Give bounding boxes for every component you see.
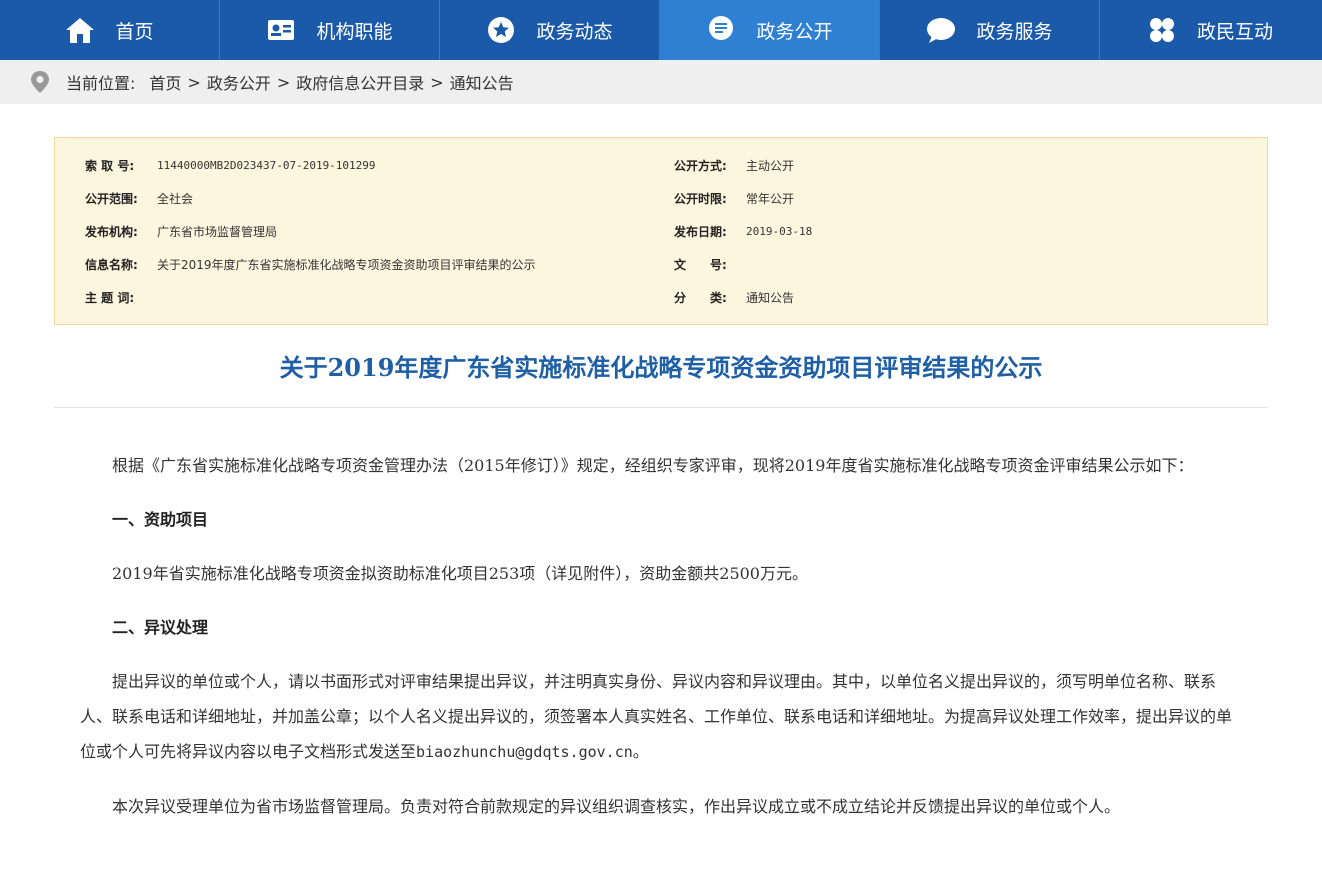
meta-date: 发布日期: 2019-03-18: [674, 225, 813, 239]
section-text-funding: 2019年省实施标准化战略专项资金拟资助标准化项目253项（详见附件），资助金额…: [112, 564, 808, 583]
id-card-icon: [266, 15, 296, 45]
meta-category: 分 类: 通知公告: [674, 291, 795, 305]
breadcrumb-prefix: 当前位置:: [66, 74, 136, 93]
section-title-objection: 二、异议处理: [112, 618, 209, 637]
breadcrumb-link-home[interactable]: 首页: [149, 70, 181, 94]
nav-item-label: 政务公开: [756, 20, 833, 43]
nav-item-label: 政民互动: [1196, 20, 1273, 43]
nav-item-label: 首页: [115, 20, 154, 43]
article-intro: 根据《广东省实施标准化战略专项资金管理办法（2015年修订）》规定，经组织专家评…: [112, 456, 1194, 475]
meta-method: 公开方式: 主动公开: [674, 159, 795, 173]
section-title-funding: 一、资助项目: [112, 510, 209, 529]
nav-item-news[interactable]: 政务动态: [440, 0, 660, 60]
top-nav: 首页 机构职能 政务动态 政务公开 政务服务 政民互动: [0, 0, 1322, 60]
meta-period: 公开时限: 常年公开: [674, 192, 795, 206]
meta-info-name: 信息名称: 关于2019年度广东省实施标准化战略专项资金资助项目评审结果的公示: [85, 258, 536, 272]
email-text: biaozhunchu@gdqts.gov.cn: [416, 743, 633, 761]
title-divider: [54, 407, 1268, 408]
breadcrumb: 当前位置: 首页 > 政务公开 > 政府信息公开目录 > 通知公告: [0, 60, 1322, 104]
nav-item-disclosure[interactable]: 政务公开: [660, 0, 880, 60]
section-text-objection-2: 本次异议受理单位为省市场监督管理局。负责对符合前款规定的异议组织调查核实，作出异…: [112, 797, 1121, 816]
nav-item-label: 政务动态: [536, 20, 613, 43]
article-title: 关于2019年度广东省实施标准化战略专项资金资助项目评审结果的公示: [279, 353, 1043, 382]
nav-item-home[interactable]: 首页: [0, 0, 220, 60]
star-icon: [486, 15, 516, 45]
meta-index-no: 索 取 号: 11440000MB2D023437-07-2019-101299: [85, 159, 376, 173]
chat-icon: [926, 15, 956, 45]
breadcrumb-link-notices[interactable]: 通知公告: [450, 70, 514, 94]
nav-item-label: 政务服务: [976, 20, 1053, 43]
info-metadata-box: 索 取 号: 11440000MB2D023437-07-2019-101299…: [54, 137, 1268, 325]
grid-icon: [1147, 15, 1177, 45]
breadcrumb-link-catalog[interactable]: 政府信息公开目录: [296, 70, 424, 94]
article-body: 根据《广东省实施标准化战略专项资金管理办法（2015年修订）》规定，经组织专家评…: [80, 448, 1244, 824]
breadcrumb-separator: >: [276, 72, 291, 92]
document-icon: [706, 15, 736, 45]
nav-item-label: 机构职能: [316, 20, 393, 43]
meta-doc-no: 文 号:: [674, 258, 727, 272]
meta-scope: 公开范围: 全社会: [85, 192, 194, 206]
home-icon: [65, 15, 95, 45]
nav-item-interaction[interactable]: 政民互动: [1100, 0, 1320, 60]
nav-item-service[interactable]: 政务服务: [880, 0, 1100, 60]
meta-publisher: 发布机构: 广东省市场监督管理局: [85, 225, 278, 239]
breadcrumb-link-disclosure[interactable]: 政务公开: [207, 70, 271, 94]
meta-subject: 主 题 词:: [85, 291, 135, 305]
nav-item-organization[interactable]: 机构职能: [220, 0, 440, 60]
breadcrumb-separator: >: [430, 72, 444, 92]
location-pin-icon: [30, 70, 50, 94]
section-text-objection: 提出异议的单位或个人，请以书面形式对评审结果提出异议，并注明真实身份、异议内容和…: [80, 672, 1233, 761]
breadcrumb-separator: >: [187, 72, 201, 92]
